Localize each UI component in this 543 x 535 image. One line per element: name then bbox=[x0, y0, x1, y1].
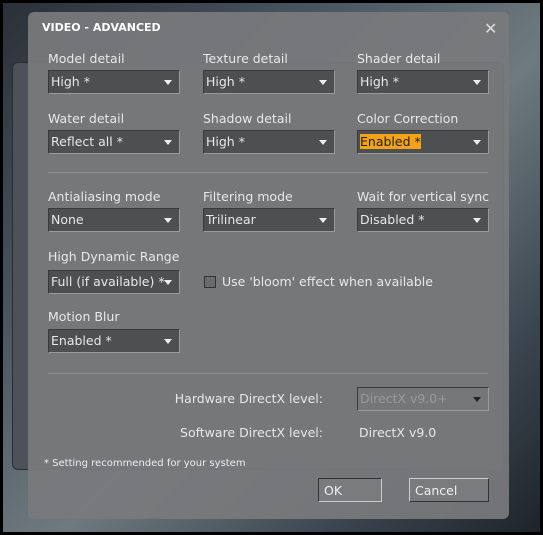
chevron-down-icon bbox=[164, 140, 172, 145]
filtering-dropdown[interactable]: Trilinear bbox=[203, 208, 335, 232]
texture-detail-value: High * bbox=[206, 74, 245, 89]
ok-button[interactable]: OK bbox=[318, 478, 382, 502]
chevron-down-icon bbox=[319, 140, 327, 145]
color-correction-dropdown[interactable]: Enabled * bbox=[357, 130, 489, 154]
chevron-down-icon bbox=[164, 218, 172, 223]
antialiasing-label: Antialiasing mode bbox=[48, 189, 161, 204]
shadow-detail-label: Shadow detail bbox=[203, 111, 292, 126]
hardware-directx-dropdown: DirectX v9.0+ bbox=[357, 387, 489, 411]
shader-detail-dropdown[interactable]: High * bbox=[357, 70, 489, 94]
model-detail-value: High * bbox=[51, 74, 90, 89]
motion-blur-value: Enabled * bbox=[51, 333, 112, 348]
chevron-down-icon bbox=[164, 80, 172, 85]
water-detail-value: Reflect all * bbox=[51, 134, 123, 149]
chevron-down-icon bbox=[473, 80, 481, 85]
divider bbox=[48, 172, 488, 173]
texture-detail-label: Texture detail bbox=[203, 51, 288, 66]
software-directx-label: Software DirectX level: bbox=[180, 425, 323, 440]
software-directx-value: DirectX v9.0 bbox=[359, 425, 437, 440]
vsync-value: Disabled * bbox=[360, 212, 425, 227]
shadow-detail-value: High * bbox=[206, 134, 245, 149]
chevron-down-icon bbox=[319, 80, 327, 85]
motion-blur-label: Motion Blur bbox=[48, 309, 120, 324]
chevron-down-icon bbox=[164, 280, 172, 285]
divider bbox=[48, 373, 488, 374]
bloom-label[interactable]: Use 'bloom' effect when available bbox=[222, 274, 433, 289]
model-detail-label: Model detail bbox=[48, 51, 125, 66]
bloom-checkbox[interactable] bbox=[204, 276, 216, 288]
shader-detail-value: High * bbox=[360, 74, 399, 89]
hardware-directx-label: Hardware DirectX level: bbox=[174, 391, 323, 406]
chevron-down-icon bbox=[473, 218, 481, 223]
motion-blur-dropdown[interactable]: Enabled * bbox=[48, 329, 180, 353]
vsync-label: Wait for vertical sync bbox=[357, 189, 490, 204]
filtering-label: Filtering mode bbox=[203, 189, 293, 204]
hdr-label: High Dynamic Range bbox=[48, 249, 180, 264]
color-correction-label: Color Correction bbox=[357, 111, 459, 126]
chevron-down-icon bbox=[164, 339, 172, 344]
texture-detail-dropdown[interactable]: High * bbox=[203, 70, 335, 94]
water-detail-dropdown[interactable]: Reflect all * bbox=[48, 130, 180, 154]
color-correction-value: Enabled * bbox=[360, 134, 421, 149]
cancel-button[interactable]: Cancel bbox=[409, 478, 489, 502]
water-detail-label: Water detail bbox=[48, 111, 125, 126]
hardware-directx-value: DirectX v9.0+ bbox=[360, 391, 448, 406]
chevron-down-icon bbox=[319, 218, 327, 223]
dialog-title: VIDEO - ADVANCED bbox=[42, 21, 161, 34]
video-advanced-dialog: VIDEO - ADVANCED ✕ Model detail High * T… bbox=[28, 12, 509, 519]
model-detail-dropdown[interactable]: High * bbox=[48, 70, 180, 94]
vsync-dropdown[interactable]: Disabled * bbox=[357, 208, 489, 232]
antialiasing-value: None bbox=[51, 212, 84, 227]
shadow-detail-dropdown[interactable]: High * bbox=[203, 130, 335, 154]
chevron-down-icon bbox=[473, 397, 481, 402]
chevron-down-icon bbox=[473, 140, 481, 145]
shader-detail-label: Shader detail bbox=[357, 51, 441, 66]
footnote: * Setting recommended for your system bbox=[44, 458, 246, 469]
hdr-value: Full (if available) * bbox=[51, 274, 165, 289]
hdr-dropdown[interactable]: Full (if available) * bbox=[48, 270, 180, 294]
close-icon[interactable]: ✕ bbox=[484, 19, 497, 38]
filtering-value: Trilinear bbox=[206, 212, 256, 227]
antialiasing-dropdown[interactable]: None bbox=[48, 208, 180, 232]
